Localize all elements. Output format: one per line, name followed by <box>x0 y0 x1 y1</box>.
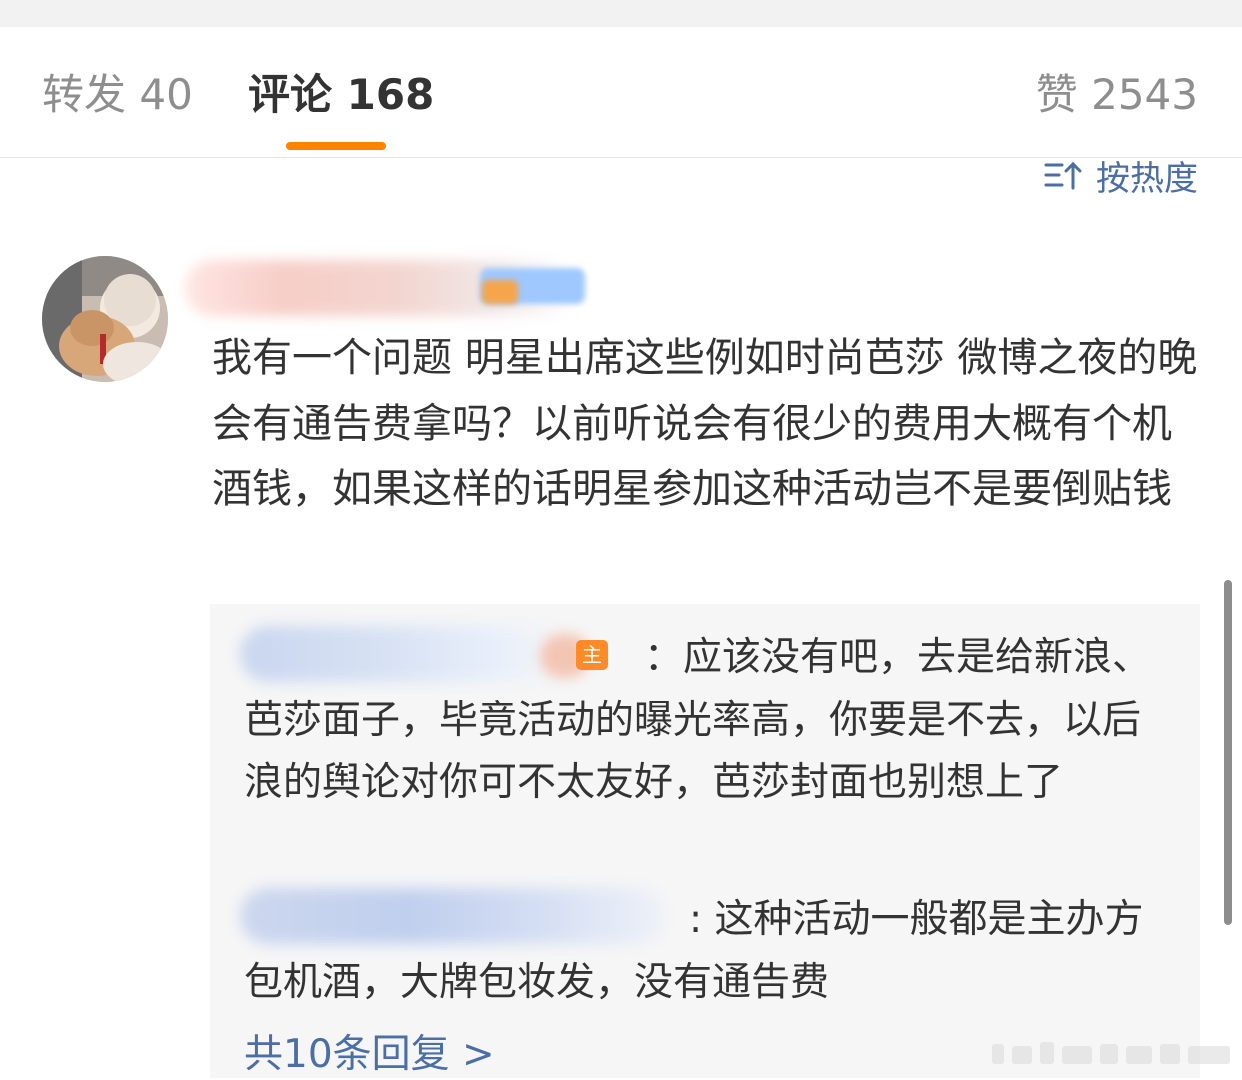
reply-text: ：应该没有吧，去是给新浪、芭莎面子，毕竟活动的曝光率高，你要是不去，以后浪的舆论… <box>244 635 1152 805</box>
top-strip <box>0 0 1242 27</box>
tab-likes[interactable]: 赞 2543 <box>1036 69 1198 121</box>
active-tab-indicator <box>286 142 386 150</box>
sort-by-hot-button[interactable]: 按热度 <box>1044 155 1198 199</box>
tab-reposts[interactable]: 转发 40 <box>42 69 193 121</box>
user-level-badge-blurred <box>482 280 518 304</box>
sort-label: 按热度 <box>1096 158 1198 199</box>
watermark <box>992 1042 1230 1064</box>
reply-text: : 这种活动一般都是主办方包机酒，大牌包妆发，没有通告费 <box>244 897 1144 1005</box>
comment-tab-bar: 转发 40 评论 168 赞 2543 <box>0 27 1242 158</box>
tab-comments[interactable]: 评论 168 <box>248 69 434 121</box>
sort-icon <box>1044 161 1082 190</box>
avatar[interactable] <box>42 256 168 382</box>
avatar-photo <box>42 256 168 382</box>
comment-text: 我有一个问题 明星出席这些例如时尚芭莎 微博之夜的晚会有通告费拿吗？以前听说会有… <box>212 335 1198 513</box>
replies-panel: 主 ：应该没有吧，去是给新浪、芭莎面子，毕竟活动的曝光率高，你要是不去，以后浪的… <box>210 604 1200 1078</box>
scrollbar[interactable] <box>1224 580 1232 925</box>
view-more-replies-link[interactable]: 共10条回复 > <box>244 1030 495 1080</box>
